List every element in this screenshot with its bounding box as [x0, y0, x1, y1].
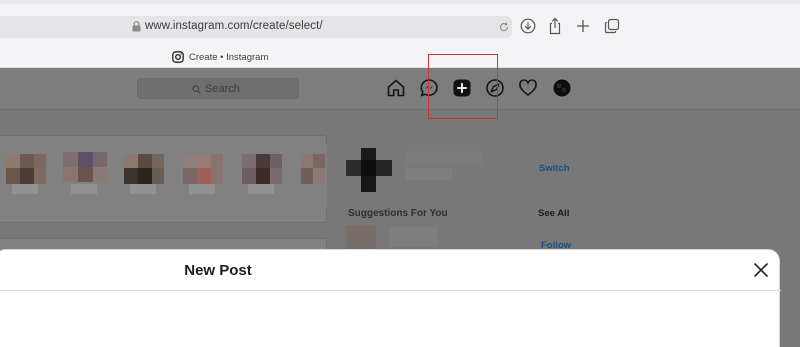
share-icon[interactable]: [546, 17, 564, 35]
story-thumbnail[interactable]: [120, 144, 168, 208]
reload-icon[interactable]: [498, 21, 510, 33]
active-tab[interactable]: Create • Instagram: [172, 50, 268, 64]
instagram-navbar: Search: [0, 68, 800, 110]
suggested-user-name: [390, 227, 437, 247]
address-bar[interactable]: www.instagram.com/create/select/: [0, 16, 512, 38]
highlight-rectangle: [428, 54, 498, 119]
current-user-name: [406, 151, 482, 165]
tabs-overview-icon[interactable]: [603, 17, 621, 35]
profile-avatar[interactable]: [552, 78, 572, 98]
search-input[interactable]: Search: [137, 78, 299, 99]
suggested-user-avatar[interactable]: [346, 225, 376, 249]
home-icon[interactable]: [386, 78, 406, 98]
search-icon: [192, 84, 201, 94]
screenshot-frame: www.instagram.com/create/select/ Create …: [0, 0, 800, 347]
modal-header: New Post: [0, 250, 781, 291]
modal-title: New Post: [184, 262, 252, 279]
lock-icon: [132, 21, 141, 32]
story-thumbnail[interactable]: [179, 144, 227, 208]
instagram-favicon-icon: [172, 51, 184, 63]
switch-account-link[interactable]: Switch: [539, 163, 570, 174]
current-user-fullname: [406, 168, 452, 180]
suggestions-heading: Suggestions For You: [348, 208, 448, 219]
story-thumbnail[interactable]: [238, 144, 286, 208]
story-thumbnail[interactable]: [2, 144, 50, 208]
download-icon[interactable]: [519, 17, 537, 35]
current-user-avatar[interactable]: [346, 148, 392, 192]
stories-tray: [0, 135, 327, 223]
see-all-link[interactable]: See All: [538, 208, 569, 219]
activity-heart-icon[interactable]: [518, 78, 538, 98]
new-post-modal: New Post: [0, 249, 781, 347]
window-edge: [0, 0, 800, 4]
story-thumbnail[interactable]: [61, 144, 109, 208]
story-thumbnail[interactable]: [297, 144, 327, 208]
browser-toolbar: www.instagram.com/create/select/ Create …: [0, 0, 800, 68]
tab-title: Create • Instagram: [189, 51, 269, 63]
close-icon[interactable]: [752, 261, 770, 279]
url-text: www.instagram.com/create/select/: [145, 20, 323, 32]
new-tab-icon[interactable]: [574, 17, 592, 35]
search-placeholder: Search: [205, 83, 240, 95]
